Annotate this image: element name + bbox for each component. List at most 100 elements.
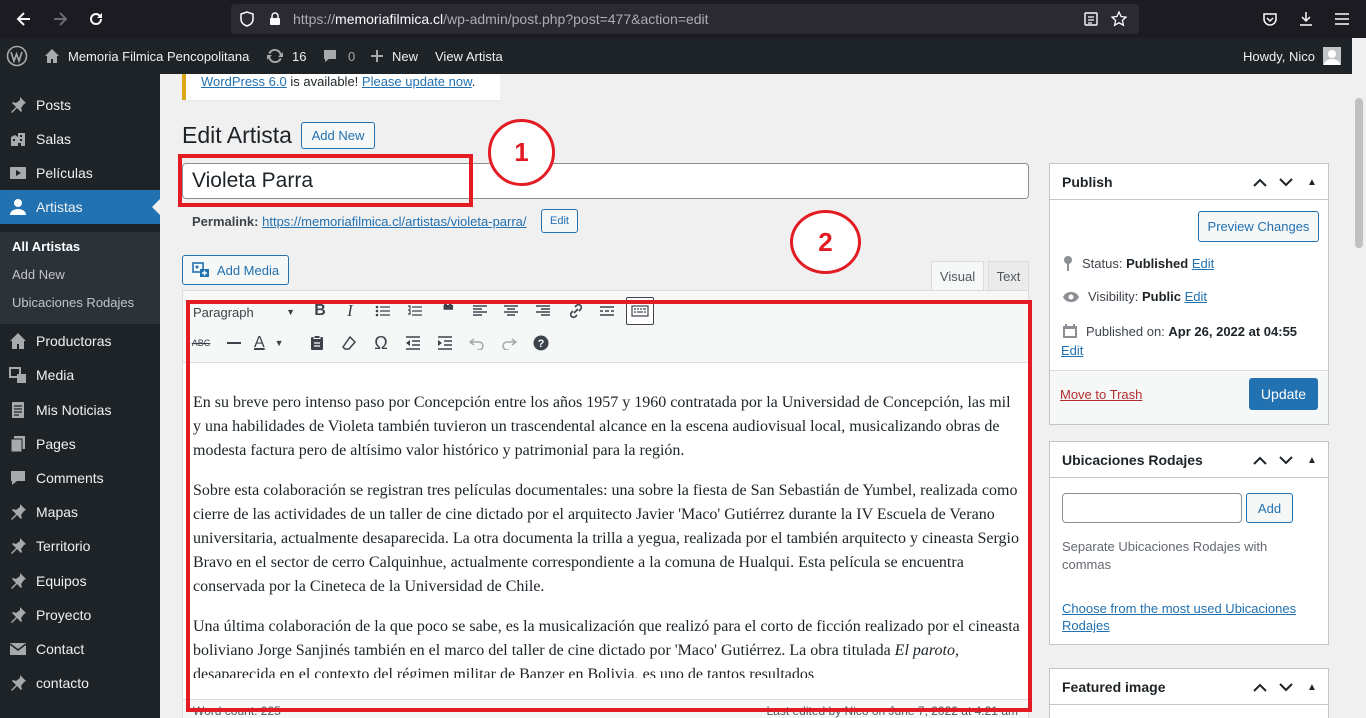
page-icon [0,435,36,453]
lock-icon[interactable] [263,7,287,31]
media-icon [0,366,36,384]
sidebar-item-label: Artistas [36,199,83,215]
edit-date-link[interactable]: Edit [1061,343,1083,358]
my-account-link[interactable]: Howdy, Nico [1243,38,1342,74]
scrollbar-thumb[interactable] [1355,98,1363,248]
toggle-panel-icon[interactable]: ▲ [1302,682,1322,693]
sidebar-item-artistas[interactable]: Artistas [0,190,160,224]
add-new-button[interactable]: Add New [301,122,375,149]
forward-arrow-icon[interactable] [48,7,72,31]
sidebar-item-salas[interactable]: Salas [0,122,160,156]
add-media-label: Add Media [216,262,280,278]
comments-count: 0 [348,48,356,64]
sidebar-item-territorio[interactable]: Territorio [0,529,160,563]
toggle-panel-icon[interactable]: ▲ [1302,177,1322,188]
comments-link[interactable]: 0 [322,38,355,74]
sidebar-item-contacto[interactable]: contacto [0,666,160,700]
edit-status-link[interactable]: Edit [1192,256,1214,271]
sidebar-item-label: Pages [36,436,76,452]
artistas-submenu: All Artistas Add New Ubicaciones Rodajes [0,232,160,324]
submenu-ubicaciones-rodajes[interactable]: Ubicaciones Rodajes [12,295,134,310]
move-down-icon[interactable] [1276,455,1296,465]
sidebar-item-proyecto[interactable]: Proyecto [0,598,160,632]
sidebar-item-pages[interactable]: Pages [0,427,160,461]
sidebar-item-equipos[interactable]: Equipos [0,564,160,598]
move-up-icon[interactable] [1250,683,1270,692]
edit-visibility-link[interactable]: Edit [1185,289,1207,304]
submenu-add-new[interactable]: Add New [12,267,65,282]
update-now-link[interactable]: Please update now [362,74,472,89]
featured-controls: ▲ [1250,669,1322,705]
choose-most-used-link[interactable]: Choose from the most used Ubicaciones Ro… [1062,601,1296,633]
pin-icon [0,606,36,624]
wordpress-version-link[interactable]: WordPress 6.0 [201,74,287,89]
new-content-link[interactable]: New [370,38,418,74]
update-button[interactable]: Update [1249,378,1318,410]
status-label: Status: [1082,255,1127,271]
avatar [1323,47,1342,65]
view-label: View Artista [435,48,503,64]
sidebar-item-mapas[interactable]: Mapas [0,495,160,529]
sidebar-item-label: Media [36,367,75,383]
add-media-button[interactable]: Add Media [182,255,289,285]
annotation-box-1 [178,154,473,207]
permalink-label: Permalink: [192,214,259,229]
url-text[interactable]: https://memoriafilmica.cl/wp-admin/post.… [293,11,709,27]
back-arrow-icon[interactable] [12,7,36,31]
bookmark-star-icon[interactable] [1107,7,1131,31]
sidebar-item-label: Películas [36,165,93,181]
sidebar-item-mis-noticias[interactable]: Mis Noticias [0,393,160,427]
move-down-icon[interactable] [1276,682,1296,692]
move-up-icon[interactable] [1250,178,1270,187]
url-bar[interactable]: https://memoriafilmica.cl/wp-admin/post.… [231,4,1139,34]
move-down-icon[interactable] [1276,177,1296,187]
view-artista-link[interactable]: View Artista [435,38,503,74]
permalink-edit-button[interactable]: Edit [541,209,578,233]
pocket-icon[interactable] [1258,7,1282,31]
sidebar-item-productoras[interactable]: Productoras [0,324,160,358]
move-to-trash-link[interactable]: Move to Trash [1060,387,1142,402]
new-tag-input[interactable] [1062,493,1242,523]
updates-link[interactable]: 16 [266,38,306,74]
tab-text[interactable]: Text [988,261,1029,290]
preview-changes-button[interactable]: Preview Changes [1198,211,1319,242]
ubicaciones-title: Ubicaciones Rodajes [1062,451,1203,468]
download-icon[interactable] [1294,7,1318,31]
page-scrollbar[interactable] [1352,38,1366,718]
update-notice: WordPress 6.0 is available! Please updat… [182,74,500,100]
sidebar-item-pel-culas[interactable]: Películas [0,156,160,190]
visibility-row: Visibility: Public Edit [1062,289,1207,304]
site-name-link[interactable]: Memoria Filmica Pencopolitana [44,38,249,74]
wordpress-logo-icon[interactable] [6,38,28,74]
ubicaciones-header: Ubicaciones Rodajes ▲ [1050,442,1328,478]
annotation-marker-2: 2 [790,210,861,274]
permalink-base: https://memoriafilmica.cl/artistas/ [262,214,451,229]
move-up-icon[interactable] [1250,456,1270,465]
ubicaciones-controls: ▲ [1250,442,1322,478]
featured-image-box: Featured image ▲ [1049,668,1329,718]
reader-view-icon[interactable] [1079,7,1103,31]
trash-wrap: Move to Trash [1060,387,1142,402]
notice-end: . [471,74,476,89]
hamburger-menu-icon[interactable] [1330,7,1354,31]
sidebar-item-posts[interactable]: Posts [0,88,160,122]
tab-visual[interactable]: Visual [931,261,984,290]
plus-icon [370,49,384,63]
sidebar-item-media[interactable]: Media [0,358,160,392]
mail-icon [0,640,36,658]
wp-admin-bar: Memoria Filmica Pencopolitana 16 0 New V… [0,38,1352,74]
reload-icon[interactable] [84,7,108,31]
howdy-text: Howdy, Nico [1243,48,1316,64]
sidebar-item-comments[interactable]: Comments [0,461,160,495]
comment-icon [0,469,36,487]
add-tag-button[interactable]: Add [1246,493,1293,523]
permalink-link[interactable]: https://memoriafilmica.cl/artistas/viole… [262,214,526,229]
pin-icon [0,674,36,692]
site-name: Memoria Filmica Pencopolitana [68,48,250,64]
toggle-panel-icon[interactable]: ▲ [1302,455,1322,466]
sidebar-item-label: Mapas [36,504,79,520]
submenu-all-artistas[interactable]: All Artistas [12,239,80,254]
sidebar-item-contact[interactable]: Contact [0,632,160,666]
pin-icon [1062,255,1074,271]
shield-icon[interactable] [235,7,259,31]
